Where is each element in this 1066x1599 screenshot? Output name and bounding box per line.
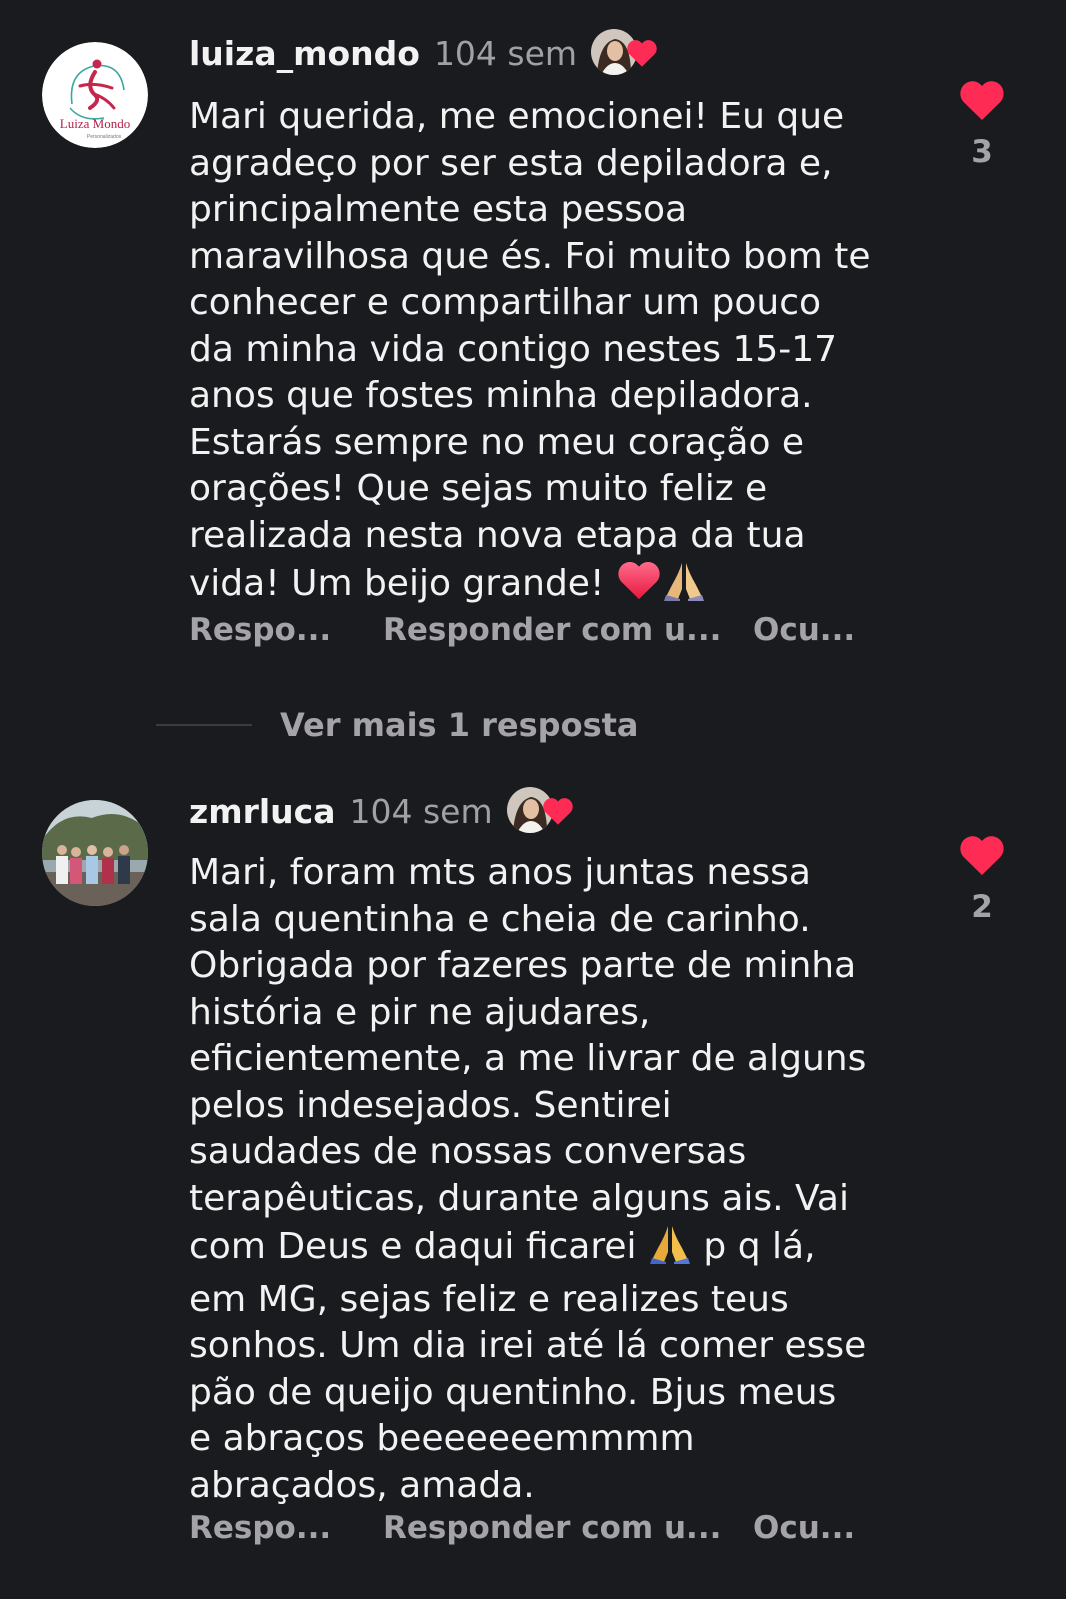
heart-icon	[542, 798, 573, 825]
like-count: 2	[971, 889, 993, 925]
avatar[interactable]: Luiza Mondo Personalizados	[42, 42, 148, 148]
reply-button[interactable]: Respo...	[189, 1510, 383, 1546]
svg-text:Luiza Mondo: Luiza Mondo	[60, 116, 130, 131]
comment-body-part-2: p q lá, em MG, sejas feliz e realizes te…	[189, 1226, 867, 1506]
svg-text:Personalizados: Personalizados	[87, 134, 122, 140]
divider-line	[156, 724, 252, 726]
like-control[interactable]: 3	[956, 78, 1008, 170]
view-more-replies[interactable]: Ver mais 1 resposta	[156, 700, 639, 750]
liked-by-creator-badge	[506, 786, 577, 836]
username[interactable]: luiza_mondo	[189, 34, 420, 73]
reply-with-video-button[interactable]: Responder com u...	[383, 1510, 753, 1546]
like-control[interactable]: 2	[956, 833, 1008, 925]
comment-text: Mari querida, me emocionei! Eu que agrad…	[189, 94, 919, 614]
like-count: 3	[971, 134, 993, 170]
comment-body: Mari querida, me emocionei! Eu que agrad…	[189, 96, 871, 604]
hide-button[interactable]: Ocu...	[753, 1510, 855, 1546]
heart-emoji	[616, 559, 662, 614]
username[interactable]: zmrluca	[189, 792, 336, 831]
timestamp: 104 sem	[433, 33, 578, 73]
liked-by-creator-badge	[591, 28, 661, 78]
comment-header: luiza_mondo 104 sem	[189, 28, 661, 78]
reply-with-video-button[interactable]: Responder com u...	[383, 612, 753, 648]
view-more-replies-label[interactable]: Ver mais 1 resposta	[280, 706, 639, 744]
heart-icon	[627, 40, 657, 67]
like-heart-icon[interactable]	[958, 78, 1006, 122]
hide-button[interactable]: Ocu...	[753, 612, 855, 648]
comment-body-part-1: Mari, foram mts anos juntas nessa sala q…	[189, 852, 867, 1267]
comment-actions: Respo... Responder com u... Ocu...	[189, 612, 855, 648]
avatar[interactable]	[42, 800, 148, 906]
comment-actions: Respo... Responder com u... Ocu...	[189, 1510, 855, 1546]
comment-header: zmrluca 104 sem	[189, 786, 577, 836]
praying-hands-emoji	[662, 559, 706, 614]
timestamp: 104 sem	[349, 791, 493, 831]
praying-hands-emoji	[648, 1222, 692, 1277]
group-photo-avatar	[42, 800, 148, 906]
comment-text: Mari, foram mts anos juntas nessa sala q…	[189, 850, 919, 1509]
luiza-mondo-logo: Luiza Mondo Personalizados	[42, 42, 148, 148]
reply-button[interactable]: Respo...	[189, 612, 383, 648]
like-heart-icon[interactable]	[958, 833, 1006, 877]
